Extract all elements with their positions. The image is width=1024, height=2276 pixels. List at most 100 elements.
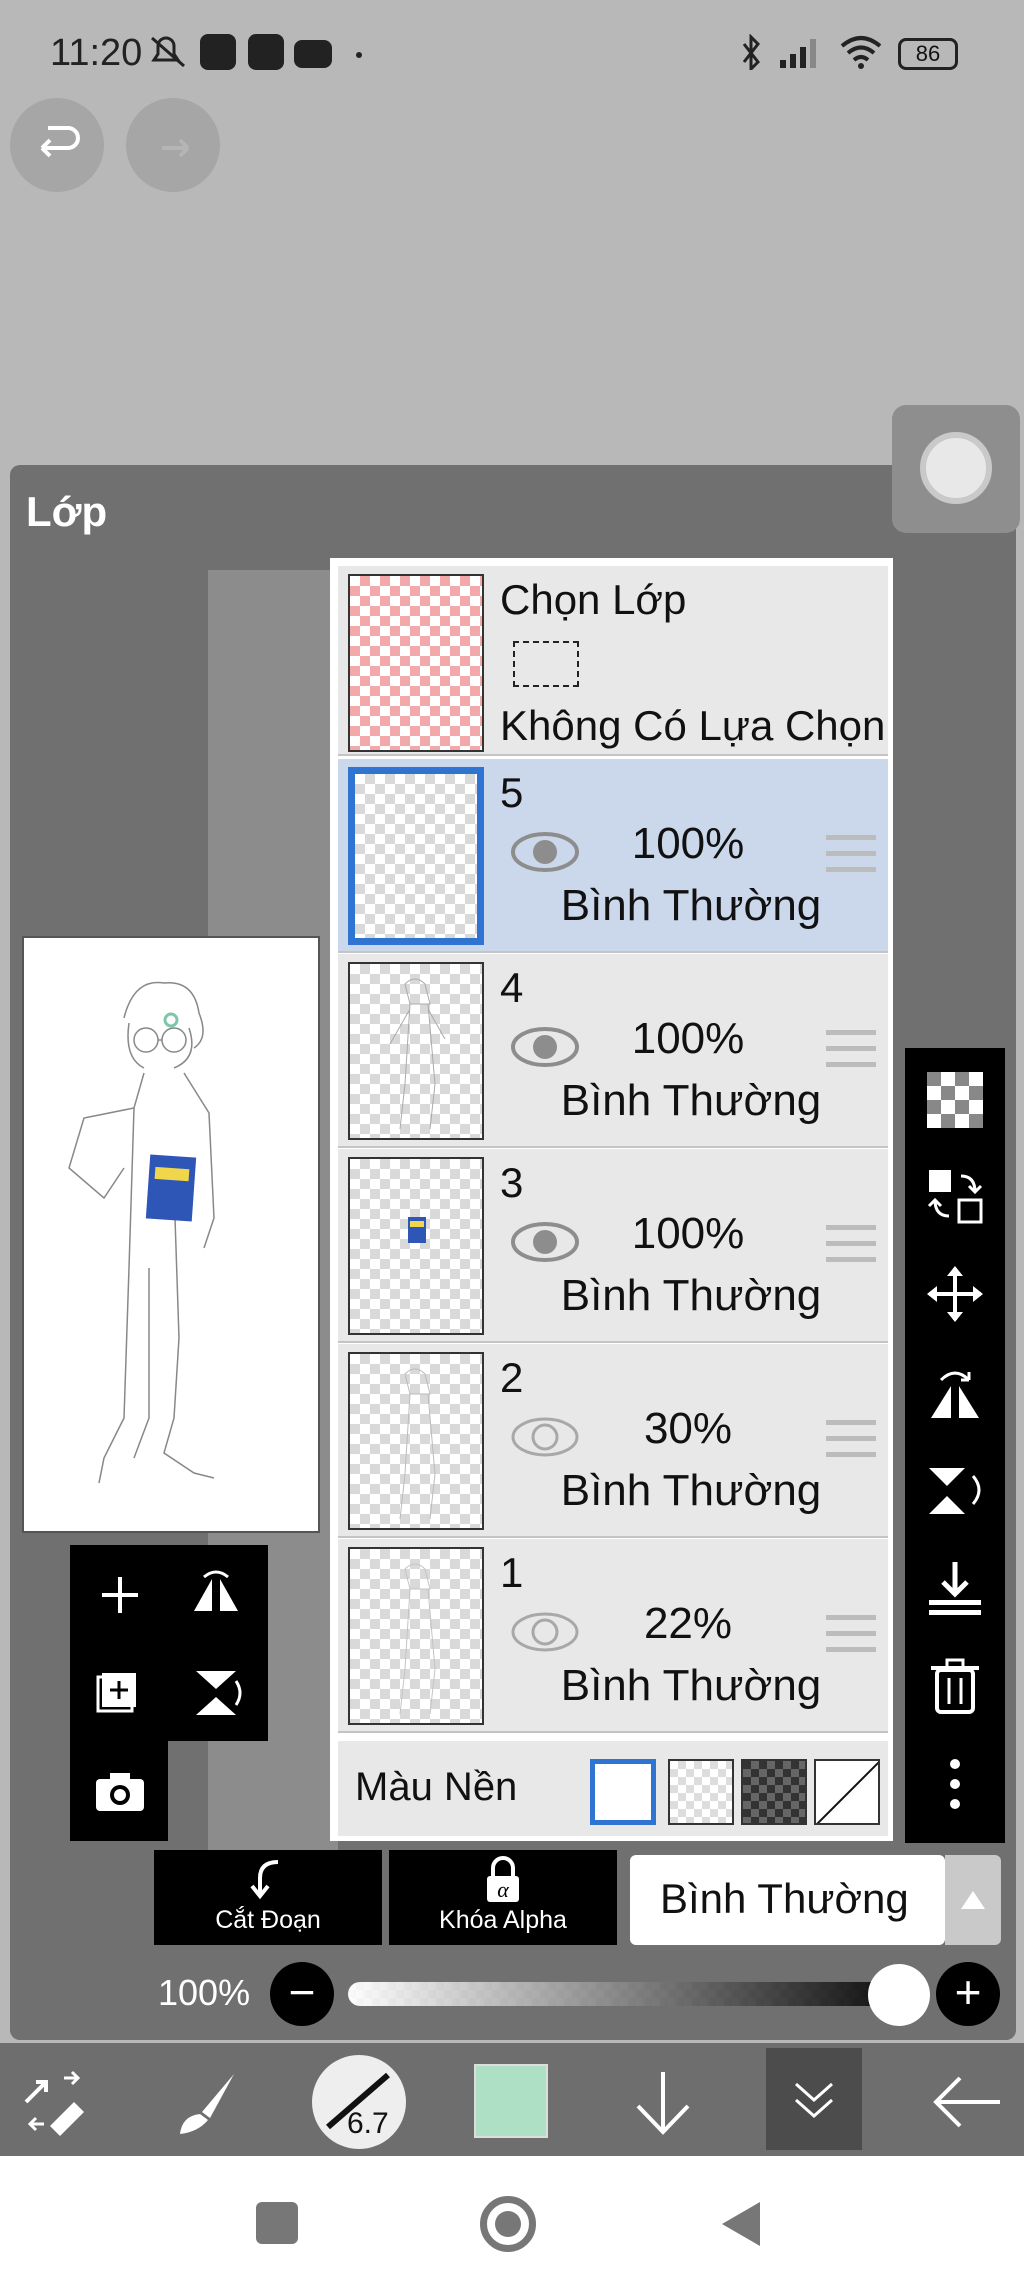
trash-icon[interactable] <box>925 1656 985 1716</box>
background-dark-swatch[interactable] <box>741 1759 807 1825</box>
clipping-arrow-icon <box>250 1860 279 1900</box>
camera-icon[interactable] <box>90 1761 150 1821</box>
layer-row-3[interactable]: 3 100% Bình Thường <box>338 1149 888 1343</box>
panel-title: Lớp <box>26 488 108 535</box>
eye-icon[interactable] <box>510 1607 580 1657</box>
layer-row-2[interactable]: 2 30% Bình Thường <box>338 1344 888 1538</box>
layer-sketch-thumbnail <box>399 1563 436 1715</box>
canvas-preview <box>22 936 320 1533</box>
selection-layer-row[interactable]: Chọn Lớp Không Có Lựa Chọn <box>338 566 888 756</box>
color-picker-button[interactable] <box>474 2064 548 2138</box>
home-button[interactable] <box>480 2196 536 2252</box>
youtube-icon <box>294 40 332 68</box>
layer-opacity: 100% <box>631 1014 745 1063</box>
eye-icon[interactable] <box>510 1217 580 1267</box>
layer-book-thumbnail <box>408 1217 426 1243</box>
lock-icon: α <box>487 1856 519 1902</box>
layer-number: 1 <box>500 1549 524 1596</box>
app-notification-icon-2 <box>248 34 284 70</box>
status-bar: 11:20 86 <box>0 0 1024 110</box>
brush-tool-icon[interactable] <box>172 2068 242 2138</box>
arrow-down-icon[interactable] <box>630 2068 696 2138</box>
layer-thumbnail <box>348 962 484 1140</box>
checker-transparency-icon[interactable] <box>925 1070 985 1130</box>
layer-sketch-thumbnail <box>399 1368 436 1520</box>
svg-text:α: α <box>497 1877 509 1902</box>
opacity-value: 100% <box>158 1972 251 2013</box>
drag-handle-icon[interactable] <box>826 1615 876 1657</box>
app-notification-icon <box>200 34 236 70</box>
undo-button[interactable] <box>10 98 104 192</box>
alpha-lock-button[interactable]: α Khóa Alpha <box>389 1850 617 1945</box>
eye-icon[interactable] <box>510 827 580 877</box>
left-toolbox-camera <box>70 1741 168 1841</box>
move-icon[interactable] <box>925 1264 985 1324</box>
selection-layer-status: Không Có Lựa Chọn <box>500 702 886 749</box>
tool-switch-icon[interactable] <box>20 2068 90 2138</box>
more-options-icon[interactable] <box>925 1754 985 1814</box>
system-navigation-bar <box>0 2156 1024 2276</box>
wifi-icon <box>840 36 882 69</box>
back-arrow-icon[interactable] <box>930 2072 1004 2132</box>
opacity-increase-button[interactable]: + <box>936 1962 1000 2026</box>
recent-apps-button[interactable] <box>256 2202 298 2244</box>
swap-layers-icon[interactable] <box>925 1166 985 1226</box>
layer-number: 5 <box>500 769 524 816</box>
selection-marquee-icon <box>513 641 579 687</box>
chevron-up-icon <box>961 1891 985 1909</box>
drag-handle-icon[interactable] <box>826 835 876 877</box>
opacity-slider[interactable] <box>348 1982 902 2006</box>
add-copy-layer-icon[interactable] <box>90 1663 150 1723</box>
layer-number: 3 <box>500 1159 524 1206</box>
blend-mode-dropdown[interactable]: Bình Thường <box>630 1855 945 1945</box>
drag-handle-icon[interactable] <box>826 1420 876 1462</box>
flip-vertical-icon[interactable] <box>925 1460 985 1520</box>
alpha-lock-label: Khóa Alpha <box>439 1906 567 1934</box>
blend-mode-arrow-button[interactable] <box>945 1855 1001 1945</box>
layer-sketch-thumbnail <box>389 978 446 1130</box>
mute-icon <box>151 36 185 68</box>
opacity-decrease-button[interactable]: − <box>270 1962 334 2026</box>
layer-thumbnail <box>348 1352 484 1530</box>
battery-indicator: 86 <box>898 38 958 70</box>
background-color-label: Màu Nền <box>355 1765 518 1809</box>
layer-thumbnail <box>348 1157 484 1335</box>
layer-blend-mode: Bình Thường <box>560 1466 822 1515</box>
eye-icon[interactable] <box>510 1022 580 1072</box>
status-time: 11:20 <box>50 32 143 74</box>
background-none-swatch[interactable] <box>814 1759 880 1825</box>
background-color-row: Màu Nền <box>338 1741 888 1836</box>
background-white-swatch[interactable] <box>590 1759 656 1825</box>
layer-number: 4 <box>500 964 524 1011</box>
layer-row-4[interactable]: 4 100% Bình Thường <box>338 954 888 1148</box>
sketch-figure-illustration <box>68 981 215 1484</box>
drag-handle-icon[interactable] <box>826 1030 876 1072</box>
system-back-button[interactable] <box>718 2198 764 2250</box>
background-transparent-swatch[interactable] <box>668 1759 734 1825</box>
opacity-slider-knob[interactable] <box>868 1964 930 2026</box>
layer-thumbnail <box>348 1547 484 1725</box>
flip-horizontal-icon[interactable] <box>186 1565 246 1625</box>
clipping-button[interactable]: Cắt Đoạn <box>154 1850 382 1945</box>
redo-button[interactable] <box>126 98 220 192</box>
brush-size-button[interactable]: 6.7 <box>312 2055 406 2149</box>
layer-row-1[interactable]: 1 22% Bình Thường <box>338 1539 888 1733</box>
clipping-label: Cắt Đoạn <box>215 1906 321 1934</box>
merge-down-icon[interactable] <box>925 1558 985 1618</box>
home-button-dot <box>495 2211 521 2237</box>
layer-list: Chọn Lớp Không Có Lựa Chọn 5 100% Bình T… <box>330 558 893 1841</box>
redo-icon <box>162 138 190 158</box>
layer-blend-mode: Bình Thường <box>560 1271 822 1320</box>
panel-toggle-knob[interactable] <box>920 432 992 504</box>
left-toolbox <box>70 1545 268 1741</box>
add-layer-icon[interactable] <box>90 1565 150 1625</box>
bluetooth-icon <box>742 34 760 70</box>
eye-icon[interactable] <box>510 1412 580 1462</box>
layer-number: 2 <box>500 1354 524 1401</box>
flip-horizontal-icon[interactable] <box>925 1362 985 1422</box>
layers-button[interactable] <box>766 2048 862 2150</box>
layer-row-5[interactable]: 5 100% Bình Thường <box>338 759 888 953</box>
flip-vertical-icon[interactable] <box>186 1663 246 1723</box>
drag-handle-icon[interactable] <box>826 1225 876 1267</box>
layer-opacity: 100% <box>631 819 745 868</box>
